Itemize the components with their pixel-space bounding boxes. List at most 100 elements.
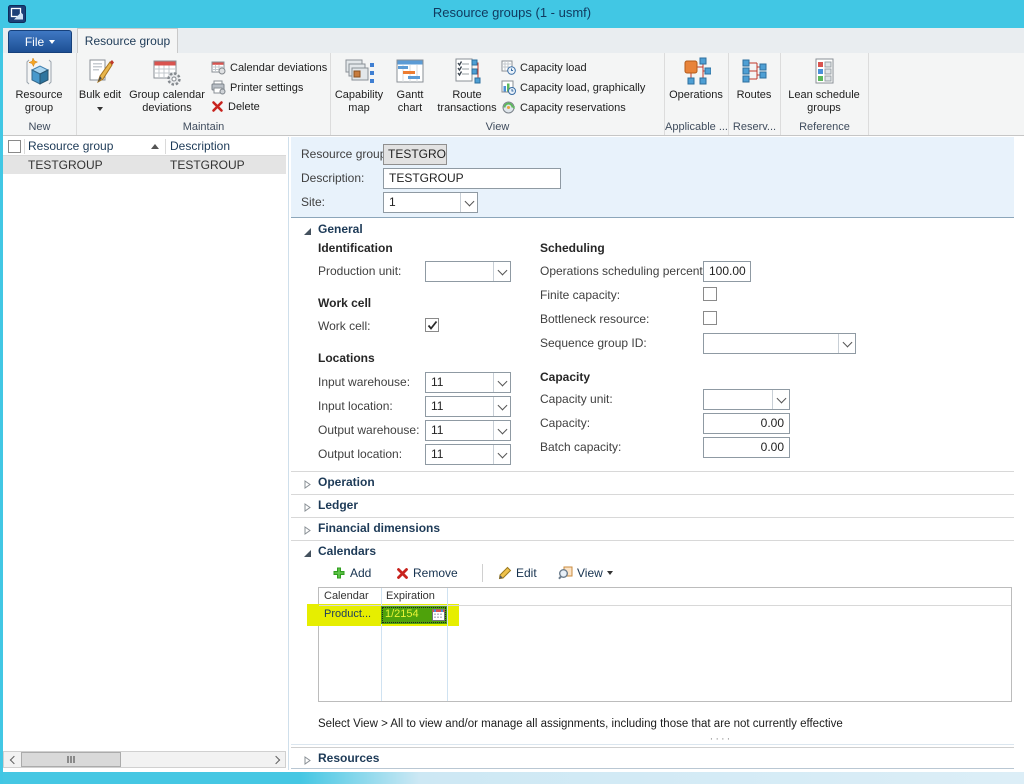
panel-splitter[interactable] bbox=[288, 137, 289, 770]
bottleneck-checkbox[interactable] bbox=[703, 311, 717, 325]
group-label-reference: Reference bbox=[781, 121, 868, 133]
capacity-reservations-button[interactable]: Capacity reservations bbox=[501, 100, 661, 115]
chevron-down-icon[interactable] bbox=[493, 262, 510, 281]
capacity-load-button[interactable]: Capacity load bbox=[501, 60, 661, 75]
chevron-down-icon[interactable] bbox=[493, 397, 510, 416]
work-cell-checkbox[interactable] bbox=[425, 318, 439, 332]
window-left-border bbox=[0, 28, 3, 784]
chevron-down-icon[interactable] bbox=[493, 445, 510, 464]
calendar-icon bbox=[211, 60, 226, 75]
resource-groups-window: Resource groups (1 - usmf) File Resource… bbox=[0, 0, 1024, 784]
finite-capacity-checkbox[interactable] bbox=[703, 287, 717, 301]
cycle-icon bbox=[501, 100, 516, 115]
ribbon-group-reference: Lean schedule groups Reference bbox=[781, 53, 869, 135]
calendars-toolbar: Add Remove Edit View bbox=[318, 562, 1014, 584]
tab-resource-group[interactable]: Resource group bbox=[77, 28, 178, 53]
section-ledger[interactable]: Ledger bbox=[291, 494, 1014, 516]
list-row-testgroup[interactable]: TESTGROUP TESTGROUP bbox=[3, 156, 286, 174]
grid-header-expiration[interactable]: Expiration bbox=[381, 588, 447, 606]
chevron-down-icon[interactable] bbox=[838, 334, 855, 353]
scrollbar-thumb[interactable] bbox=[21, 752, 121, 767]
section-operation[interactable]: Operation bbox=[291, 471, 1014, 493]
grid-header-calendar[interactable]: Calendar bbox=[319, 588, 381, 606]
stacked-sheets-icon bbox=[343, 57, 375, 87]
input-location-dropdown[interactable]: 11 bbox=[425, 396, 511, 417]
bulk-edit-button[interactable]: Bulk edit bbox=[77, 56, 123, 115]
resource-group-field-label: Resource group: bbox=[301, 147, 390, 161]
column-header-resource-group[interactable]: Resource group bbox=[28, 139, 113, 153]
capacity-label: Capacity: bbox=[540, 416, 590, 430]
remove-button[interactable]: Remove bbox=[396, 562, 458, 584]
sequence-group-dropdown[interactable] bbox=[703, 333, 856, 354]
add-button[interactable]: Add bbox=[332, 562, 371, 584]
site-dropdown[interactable]: 1 bbox=[383, 192, 478, 213]
delete-button[interactable]: Delete bbox=[211, 100, 329, 113]
scroll-right-button[interactable] bbox=[269, 752, 285, 767]
group-label-reservation: Reserv... bbox=[729, 121, 780, 133]
capacity-load-graphically-button[interactable]: Capacity load, graphically bbox=[501, 80, 661, 95]
production-unit-dropdown[interactable] bbox=[425, 261, 511, 282]
capacity-field[interactable]: 0.00 bbox=[703, 413, 790, 434]
cube-icon bbox=[24, 57, 54, 87]
bottleneck-label: Bottleneck resource: bbox=[540, 312, 649, 326]
input-warehouse-dropdown[interactable]: 11 bbox=[425, 372, 511, 393]
printer-settings-button[interactable]: Printer settings bbox=[211, 80, 329, 95]
org-chart-icon bbox=[681, 57, 711, 87]
expander-collapsed-icon bbox=[303, 524, 312, 538]
expander-collapsed-icon bbox=[303, 478, 312, 492]
window-title: Resource groups (1 - usmf) bbox=[0, 5, 1024, 20]
scheduling-heading: Scheduling bbox=[540, 241, 605, 255]
magnifier-icon bbox=[558, 566, 573, 580]
scroll-left-button[interactable] bbox=[4, 752, 20, 767]
select-all-checkbox[interactable] bbox=[8, 140, 21, 153]
operations-button[interactable]: Operations bbox=[665, 56, 727, 102]
output-warehouse-dropdown[interactable]: 11 bbox=[425, 420, 511, 441]
osp-label: Operations scheduling percentage: bbox=[540, 264, 726, 278]
routes-button[interactable]: Routes bbox=[729, 56, 779, 102]
expander-expanded-icon bbox=[303, 547, 312, 561]
group-calendar-deviations-button[interactable]: Group calendar deviations bbox=[123, 56, 211, 115]
cell-expiration[interactable]: 1/2154 bbox=[381, 606, 447, 624]
gantt-chart-button[interactable]: Gantt chart bbox=[387, 56, 433, 115]
identification-heading: Identification bbox=[318, 241, 393, 255]
output-location-label: Output location: bbox=[318, 447, 402, 461]
capacity-unit-dropdown[interactable] bbox=[703, 389, 790, 410]
route-transactions-button[interactable]: Route transactions bbox=[433, 56, 501, 115]
file-menu-label: File bbox=[25, 35, 44, 49]
batch-capacity-field[interactable]: 0.00 bbox=[703, 437, 790, 458]
calendars-grid: Calendar Expiration Product... 1/2154 bbox=[318, 587, 1012, 702]
edit-button[interactable]: Edit bbox=[498, 562, 537, 584]
view-menu-button[interactable]: View bbox=[558, 562, 613, 584]
calendars-note: Select View > All to view and/or manage … bbox=[318, 718, 1008, 730]
resource-group-button[interactable]: Resource group bbox=[3, 56, 75, 115]
chevron-down-icon[interactable] bbox=[460, 193, 477, 212]
capability-map-button[interactable]: Capability map bbox=[331, 56, 387, 115]
chevron-down-icon[interactable] bbox=[772, 390, 789, 409]
chevron-down-icon[interactable] bbox=[493, 421, 510, 440]
chevron-down-icon[interactable] bbox=[493, 373, 510, 392]
calendar-gear-icon bbox=[152, 57, 182, 87]
gantt-icon bbox=[395, 57, 425, 87]
section-resources[interactable]: Resources bbox=[291, 747, 1014, 769]
section-general[interactable]: General bbox=[291, 219, 1014, 241]
calendar-assignment-row[interactable]: Product... 1/2154 bbox=[319, 606, 1013, 624]
ribbon-group-view: Capability map Gantt chart bbox=[331, 53, 665, 135]
list-header: Resource group Description bbox=[3, 137, 286, 156]
column-header-description[interactable]: Description bbox=[170, 139, 230, 153]
lean-schedule-groups-button[interactable]: Lean schedule groups bbox=[781, 56, 867, 115]
checkmark-icon bbox=[427, 320, 438, 331]
section-financial-dimensions[interactable]: Financial dimensions bbox=[291, 517, 1014, 539]
description-field[interactable]: TESTGROUP bbox=[383, 168, 561, 189]
output-location-dropdown[interactable]: 11 bbox=[425, 444, 511, 465]
calendar-deviations-button[interactable]: Calendar deviations bbox=[211, 60, 329, 75]
horizontal-scrollbar[interactable] bbox=[3, 751, 286, 768]
window-bottom-border bbox=[0, 772, 1024, 784]
osp-field[interactable]: 100.00 bbox=[703, 261, 751, 282]
red-x-icon bbox=[211, 100, 224, 113]
cell-calendar[interactable]: Product... bbox=[319, 606, 381, 624]
chevron-down-icon bbox=[607, 571, 613, 575]
date-picker-icon[interactable] bbox=[432, 608, 445, 621]
checklist-flow-icon bbox=[452, 57, 482, 87]
file-menu-button[interactable]: File bbox=[8, 30, 72, 53]
section-calendars[interactable]: Calendars bbox=[291, 540, 1014, 562]
